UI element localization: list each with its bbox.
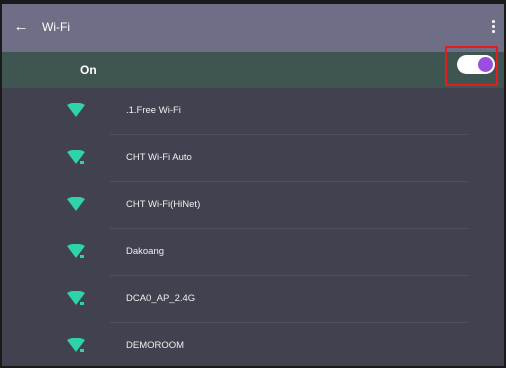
network-ssid: CHT Wi-Fi(HiNet): [126, 199, 201, 210]
wifi-toggle-switch[interactable]: [457, 55, 495, 74]
network-ssid: CHT Wi-Fi Auto: [126, 152, 192, 163]
wifi-signal-secured-icon: [67, 338, 85, 353]
toggle-knob: [478, 57, 493, 72]
wifi-signal-secured-icon: [67, 150, 85, 165]
network-ssid: DEMOROOM: [126, 340, 185, 351]
network-ssid: .1.Free Wi-Fi: [126, 105, 181, 116]
top-app-bar: ← Wi-Fi: [2, 4, 504, 52]
wifi-signal-secured-icon: [67, 244, 85, 259]
network-item[interactable]: CHT Wi-Fi Auto: [2, 135, 504, 182]
wifi-signal-icon: [67, 197, 85, 211]
network-item[interactable]: .1.Free Wi-Fi: [2, 88, 504, 135]
network-item[interactable]: DEMOROOM: [2, 323, 504, 366]
network-ssid: Dakoang: [126, 246, 165, 257]
wifi-settings-screen: ← Wi-Fi On .1.Free Wi-Fi CHT Wi-Fi Auto …: [2, 4, 504, 366]
network-list: .1.Free Wi-Fi CHT Wi-Fi Auto CHT Wi-Fi(H…: [2, 88, 504, 366]
more-options-icon[interactable]: [488, 18, 498, 38]
page-title: Wi-Fi: [42, 20, 70, 34]
network-item[interactable]: DCA0_AP_2.4G: [2, 276, 504, 323]
network-ssid: DCA0_AP_2.4G: [126, 293, 196, 304]
wifi-master-switch-row[interactable]: On: [2, 52, 504, 88]
network-item[interactable]: Dakoang: [2, 229, 504, 276]
wifi-signal-secured-icon: [67, 291, 85, 306]
wifi-switch-label: On: [80, 63, 97, 77]
wifi-signal-icon: [67, 103, 85, 117]
network-item[interactable]: CHT Wi-Fi(HiNet): [2, 182, 504, 229]
back-arrow-icon[interactable]: ←: [13, 19, 29, 35]
